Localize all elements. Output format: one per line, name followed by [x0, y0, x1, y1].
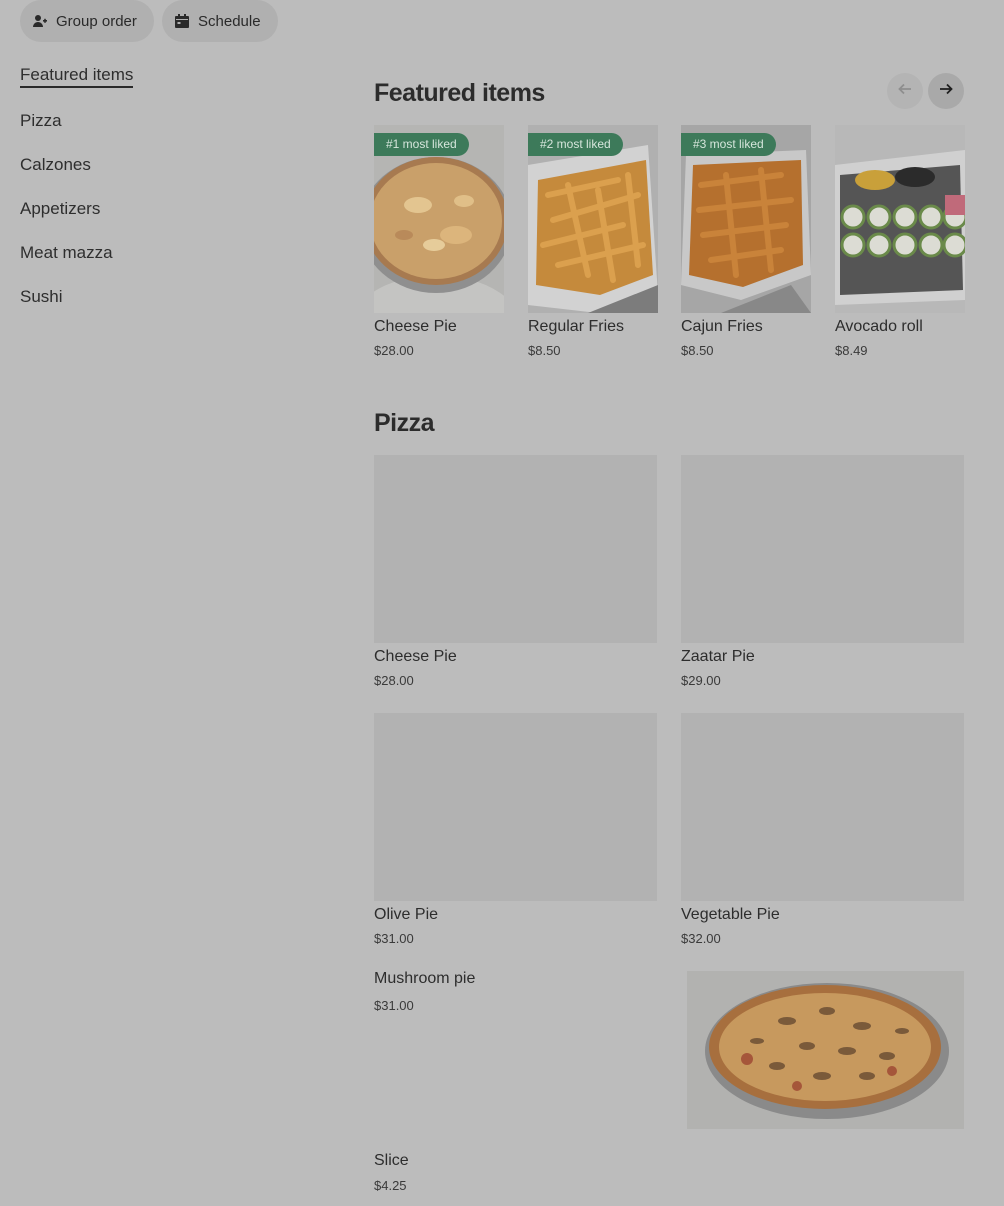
fries-photo: #2 most liked [528, 125, 658, 313]
arrow-left-icon [897, 81, 913, 102]
featured-item-card[interactable]: #2 most liked Regular Fries $8.50 [528, 125, 658, 358]
item-name: Zaatar Pie [681, 648, 755, 665]
item-price: $32.00 [681, 931, 721, 946]
featured-item-card[interactable]: #1 most liked Cheese Pie $28.00 [374, 125, 504, 358]
item-name: Vegetable Pie [681, 906, 780, 923]
featured-item-card[interactable]: Avocado roll $8.49 [835, 125, 965, 358]
item-price: $28.00 [374, 673, 414, 688]
schedule-button[interactable]: Schedule [162, 0, 278, 42]
nav-label: Sushi [20, 287, 63, 306]
pizza-photo: #1 most liked [374, 125, 504, 313]
nav-item-appetizers[interactable]: Appetizers [20, 198, 133, 242]
group-order-button[interactable]: Group order [20, 0, 154, 42]
item-name: Regular Fries [528, 318, 625, 335]
fries-photo: #3 most liked [681, 125, 811, 313]
scroll-right-button[interactable] [928, 73, 964, 109]
menu-item-card[interactable]: Zaatar Pie $29.00 [681, 455, 964, 688]
nav-item-pizza[interactable]: Pizza [20, 110, 133, 154]
item-price: $8.50 [528, 343, 561, 358]
nav-item-sushi[interactable]: Sushi [20, 286, 133, 330]
nav-label: Pizza [20, 111, 62, 130]
menu-item-card[interactable]: Vegetable Pie $32.00 [681, 713, 964, 946]
arrow-right-icon [938, 81, 954, 102]
featured-section-title: Featured items [374, 79, 545, 107]
scroll-left-button[interactable] [887, 73, 923, 109]
menu-item-card[interactable]: Mushroom pie $31.00 [374, 970, 475, 1013]
item-name: Cheese Pie [374, 648, 457, 665]
item-price: $4.25 [374, 1178, 407, 1193]
nav-label: Appetizers [20, 199, 101, 218]
most-liked-badge: #1 most liked [374, 133, 469, 156]
nav-label: Meat mazza [20, 243, 113, 262]
item-price: $29.00 [681, 673, 721, 688]
item-price: $31.00 [374, 931, 414, 946]
menu-item-card[interactable]: Cheese Pie $28.00 [374, 455, 657, 688]
item-name: Cajun Fries [681, 318, 763, 335]
item-name: Avocado roll [835, 318, 923, 335]
most-liked-badge: #3 most liked [681, 133, 776, 156]
nav-item-meat-mazza[interactable]: Meat mazza [20, 242, 133, 286]
schedule-label: Schedule [198, 12, 261, 30]
pizza-section-title: Pizza [374, 409, 435, 437]
item-price: $8.50 [681, 343, 714, 358]
item-name: Slice [374, 1152, 409, 1169]
item-image-placeholder [374, 455, 657, 643]
item-image-placeholder [374, 713, 657, 901]
item-price: $31.00 [374, 998, 414, 1013]
sushi-photo [835, 125, 965, 313]
item-name: Mushroom pie [374, 970, 476, 987]
featured-item-card[interactable]: #3 most liked Cajun Fries $8.50 [681, 125, 811, 358]
item-name: Cheese Pie [374, 318, 457, 335]
mushroom-pizza-photo[interactable] [687, 971, 964, 1129]
menu-item-card[interactable]: Slice $4.25 [374, 1152, 409, 1193]
add-person-icon [32, 13, 48, 29]
item-name: Olive Pie [374, 906, 439, 923]
group-order-label: Group order [56, 12, 137, 30]
nav-item-calzones[interactable]: Calzones [20, 154, 133, 198]
item-price: $28.00 [374, 343, 414, 358]
item-image-placeholder [681, 455, 964, 643]
item-price: $8.49 [835, 343, 868, 358]
item-image-placeholder [681, 713, 964, 901]
category-nav: Featured items Pizza Calzones Appetizers… [20, 64, 134, 330]
most-liked-badge: #2 most liked [528, 133, 623, 156]
calendar-icon [174, 13, 190, 29]
nav-label: Calzones [20, 155, 91, 174]
nav-label: Featured items [20, 65, 134, 88]
nav-item-featured[interactable]: Featured items [20, 64, 134, 108]
menu-item-card[interactable]: Olive Pie $31.00 [374, 713, 657, 946]
